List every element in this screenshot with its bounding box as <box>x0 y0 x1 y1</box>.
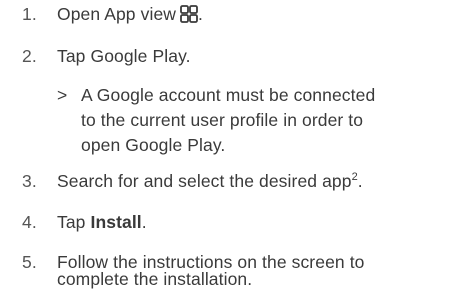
step-text: Tap Google Play. <box>57 46 191 66</box>
step-number: 5. <box>22 252 37 272</box>
step-1-period: . <box>198 4 203 24</box>
step-2: 2. Tap Google Play. <box>0 44 453 70</box>
step-text: Open App view . <box>57 2 203 26</box>
note-marker: > <box>57 85 68 105</box>
step-4: 4. Tap Install. <box>0 210 453 236</box>
step-number: 2. <box>22 46 37 66</box>
note-line-2: to the current user profile in order to <box>81 110 364 130</box>
step-5: 5. Follow the instructions on the screen… <box>0 250 453 290</box>
note-line-3: open Google Play. <box>81 135 226 155</box>
step-1-text: Open App view <box>57 4 177 24</box>
step-5-line-2: complete the installation. <box>57 269 253 289</box>
app-view-grid-icon <box>180 5 198 23</box>
step-1: 1. Open App view . <box>0 2 453 28</box>
step-4-period: . <box>141 212 147 232</box>
step-number: 3. <box>22 171 37 191</box>
step-text: Tap Install. <box>57 210 147 234</box>
note-line-1: A Google account must be connected <box>81 85 376 105</box>
step-text: Search for and select the desired app2. <box>57 169 363 193</box>
install-label: Install <box>90 212 142 232</box>
note-block: > A Google account must be connected to … <box>57 83 453 163</box>
step-number: 1. <box>22 4 37 24</box>
step-3-text: Search for and select the desired app <box>57 171 352 191</box>
step-4-prefix: Tap <box>57 212 91 232</box>
step-number: 4. <box>22 212 37 232</box>
step-3: 3. Search for and select the desired app… <box>0 169 453 195</box>
step-3-period: . <box>357 171 363 191</box>
